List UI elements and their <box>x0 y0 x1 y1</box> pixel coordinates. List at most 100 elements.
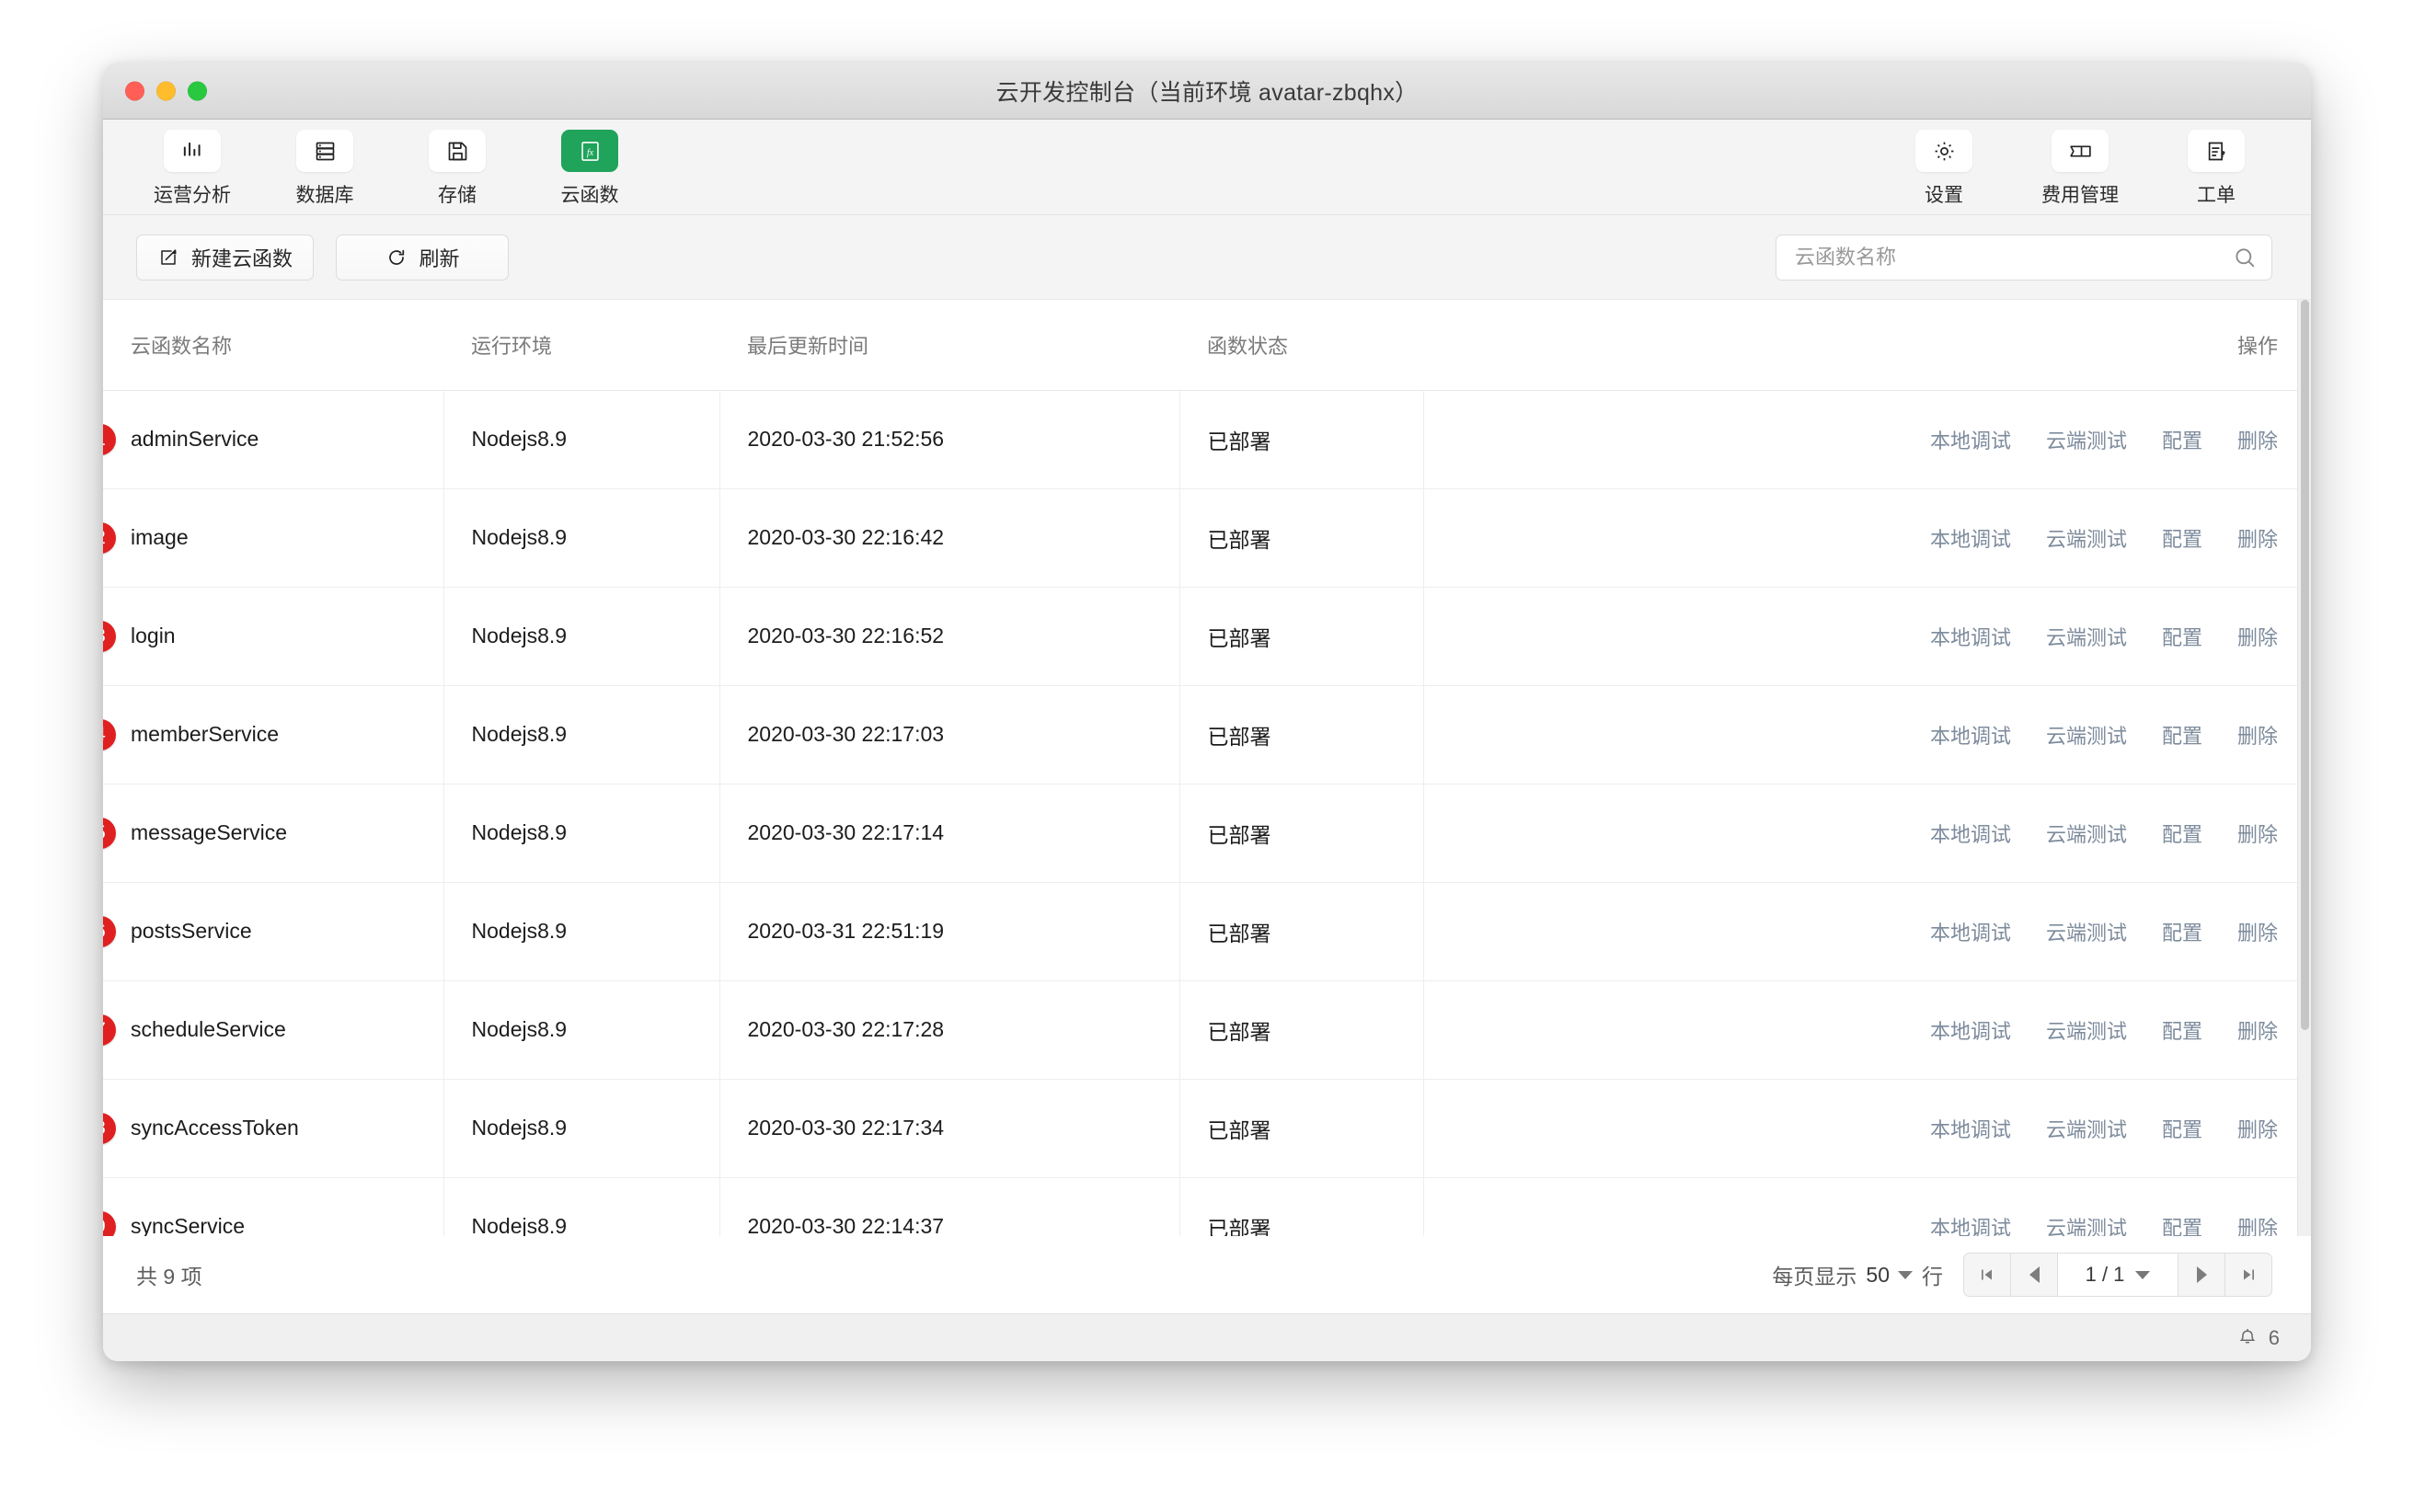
create-cloud-function-button[interactable]: 新建云函数 <box>136 234 315 281</box>
local-debug-link[interactable]: 本地调试 <box>1930 819 2011 848</box>
row-badge: 6 <box>103 915 116 947</box>
page-indicator[interactable]: 1 / 1 <box>2057 1253 2178 1297</box>
local-debug-link[interactable]: 本地调试 <box>1930 1114 2011 1143</box>
cell-updated-time: 2020-03-30 22:17:03 <box>719 684 1180 784</box>
next-page-button[interactable] <box>2178 1253 2225 1297</box>
zoom-button[interactable] <box>188 81 207 100</box>
row-action-group: 本地调试 云端测试 配置 删除 <box>1930 425 2278 454</box>
local-debug-link[interactable]: 本地调试 <box>1930 523 2011 553</box>
toolbar-item-database[interactable]: 数据库 <box>269 126 381 208</box>
configure-link[interactable]: 配置 <box>2162 622 2202 651</box>
toolbar-item-billing[interactable]: 费用管理 <box>2024 126 2136 208</box>
cloud-test-link[interactable]: 云端测试 <box>2046 917 2127 946</box>
minimize-button[interactable] <box>156 81 176 100</box>
refresh-button[interactable]: 刷新 <box>336 234 510 281</box>
cell-function-name: 1 adminService <box>103 389 444 488</box>
local-debug-link[interactable]: 本地调试 <box>1930 917 2011 946</box>
local-debug-link[interactable]: 本地调试 <box>1930 622 2011 651</box>
last-page-icon <box>2244 1269 2254 1280</box>
search-container <box>1776 234 2272 281</box>
search-input[interactable] <box>1776 234 2272 281</box>
toolbar-item-label: 云函数 <box>560 185 619 206</box>
local-debug-link[interactable]: 本地调试 <box>1930 425 2011 454</box>
cloud-test-link[interactable]: 云端测试 <box>2046 523 2127 553</box>
search-icon[interactable] <box>2232 245 2258 270</box>
delete-link[interactable]: 删除 <box>2237 1114 2278 1143</box>
delete-link[interactable]: 删除 <box>2237 720 2278 750</box>
svg-text:fx: fx <box>586 148 593 158</box>
cell-updated-time: 2020-03-30 21:52:56 <box>719 389 1180 488</box>
refresh-label: 刷新 <box>419 246 460 270</box>
notification-count: 6 <box>2268 1325 2280 1349</box>
local-debug-link[interactable]: 本地调试 <box>1930 1212 2011 1236</box>
cell-function-status: 已部署 <box>1179 979 1424 1079</box>
configure-link[interactable]: 配置 <box>2162 523 2202 553</box>
configure-link[interactable]: 配置 <box>2162 917 2202 946</box>
total-count-label: 共 9 项 <box>136 1265 202 1289</box>
delete-link[interactable]: 删除 <box>2237 1212 2278 1236</box>
cloud-test-link[interactable]: 云端测试 <box>2046 622 2127 651</box>
vertical-scrollbar-thumb[interactable] <box>2301 300 2309 1031</box>
delete-link[interactable]: 删除 <box>2237 622 2278 651</box>
cell-function-status: 已部署 <box>1179 1176 1424 1236</box>
bell-icon <box>2239 1328 2256 1343</box>
local-debug-link[interactable]: 本地调试 <box>1930 1015 2011 1045</box>
cell-function-name: 4 memberService <box>103 684 444 784</box>
cell-updated-time: 2020-03-31 22:51:19 <box>719 881 1180 980</box>
toolbar-item-storage[interactable]: 存储 <box>401 126 513 208</box>
page-size-select[interactable]: 50 <box>1866 1263 1913 1288</box>
toolbar-item-label: 设置 <box>1925 185 1963 206</box>
first-page-button[interactable] <box>1963 1253 2011 1297</box>
cell-runtime-env: Nodejs8.9 <box>443 684 720 784</box>
row-action-group: 本地调试 云端测试 配置 删除 <box>1930 720 2278 750</box>
action-bar: 新建云函数 刷新 <box>103 215 2311 300</box>
column-header-status: 函数状态 <box>1179 300 1423 390</box>
toolbar-item-label: 费用管理 <box>2041 185 2119 206</box>
cell-updated-time: 2020-03-30 22:16:52 <box>719 586 1180 685</box>
row-badge: 3 <box>103 620 116 652</box>
cell-runtime-env: Nodejs8.9 <box>443 979 720 1079</box>
cloud-test-link[interactable]: 云端测试 <box>2046 1114 2127 1143</box>
configure-link[interactable]: 配置 <box>2162 819 2202 848</box>
toolbar-item-settings[interactable]: 设置 <box>1888 126 2000 208</box>
window-title: 云开发控制台（当前环境 avatar-zbqhx） <box>995 79 1419 106</box>
cloud-test-link[interactable]: 云端测试 <box>2046 819 2127 848</box>
function-fx-icon: fx <box>561 130 618 172</box>
window-controls <box>125 81 207 100</box>
delete-link[interactable]: 删除 <box>2237 819 2278 848</box>
vertical-scrollbar[interactable] <box>2297 300 2311 1236</box>
configure-link[interactable]: 配置 <box>2162 1015 2202 1045</box>
row-action-group: 本地调试 云端测试 配置 删除 <box>1930 523 2278 553</box>
notification-indicator[interactable]: 6 <box>2236 1326 2280 1350</box>
delete-link[interactable]: 删除 <box>2237 425 2278 454</box>
close-button[interactable] <box>125 81 144 100</box>
cell-actions: 本地调试 云端测试 配置 删除 <box>1423 979 2311 1079</box>
cloud-test-link[interactable]: 云端测试 <box>2046 720 2127 750</box>
local-debug-link[interactable]: 本地调试 <box>1930 720 2011 750</box>
delete-link[interactable]: 删除 <box>2237 917 2278 946</box>
last-page-button[interactable] <box>2224 1253 2272 1297</box>
cell-actions: 本地调试 云端测试 配置 删除 <box>1423 586 2311 685</box>
toolbar-item-cloud-functions[interactable]: fx 云函数 <box>534 126 646 208</box>
page-size-prefix-label: 每页显示 <box>1772 1265 1857 1289</box>
toolbar-item-analytics[interactable]: 运营分析 <box>136 126 248 208</box>
cell-runtime-env: Nodejs8.9 <box>443 783 720 882</box>
delete-link[interactable]: 删除 <box>2237 523 2278 553</box>
cloud-test-link[interactable]: 云端测试 <box>2046 1212 2127 1236</box>
row-action-group: 本地调试 云端测试 配置 删除 <box>1930 1114 2278 1143</box>
table-row: 4 memberService Nodejs8.92020-03-30 22:17:… <box>103 684 2311 784</box>
toolbar-item-tickets[interactable]: 工单 <box>2160 126 2272 208</box>
cloud-test-link[interactable]: 云端测试 <box>2046 425 2127 454</box>
first-page-icon <box>1982 1269 1992 1280</box>
configure-link[interactable]: 配置 <box>2162 425 2202 454</box>
cell-function-name: 6 postsService <box>103 881 444 980</box>
row-badge: 2 <box>103 521 116 554</box>
configure-link[interactable]: 配置 <box>2162 1212 2202 1236</box>
previous-page-button[interactable] <box>2010 1253 2058 1297</box>
table-row: 6 postsService Nodejs8.92020-03-31 22:51:1… <box>103 881 2311 980</box>
configure-link[interactable]: 配置 <box>2162 720 2202 750</box>
delete-link[interactable]: 删除 <box>2237 1015 2278 1045</box>
configure-link[interactable]: 配置 <box>2162 1114 2202 1143</box>
pagination: 每页显示 50 行 1 / 1 <box>1772 1253 2272 1297</box>
cloud-test-link[interactable]: 云端测试 <box>2046 1015 2127 1045</box>
